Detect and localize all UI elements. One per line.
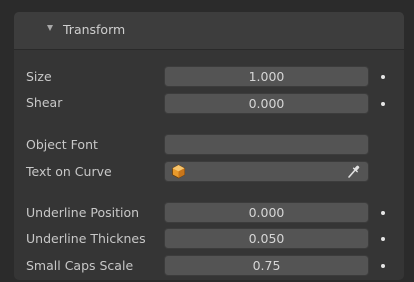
- properties-editor: Transform Size 1.000 Shear 0.000 Object …: [0, 0, 414, 282]
- object-font-label: Object Font: [26, 137, 98, 152]
- transform-panel: Transform Size 1.000 Shear 0.000 Object …: [14, 12, 404, 280]
- underline-thickness-field[interactable]: 0.050: [164, 228, 369, 249]
- small-caps-scale-value: 0.75: [252, 258, 281, 273]
- underline-position-field[interactable]: 0.000: [164, 202, 369, 223]
- size-keyframe-dot[interactable]: [381, 75, 385, 79]
- shear-value: 0.000: [248, 96, 285, 111]
- underline-position-keyframe-dot[interactable]: [381, 211, 385, 215]
- underline-position-value: 0.000: [248, 205, 285, 220]
- small-caps-scale-label: Small Caps Scale: [26, 258, 134, 273]
- text-on-curve-label: Text on Curve: [26, 164, 112, 179]
- object-font-field[interactable]: [164, 134, 369, 155]
- small-caps-scale-field[interactable]: 0.75: [164, 255, 369, 276]
- size-label: Size: [26, 69, 52, 84]
- panel-title: Transform: [63, 22, 126, 37]
- object-cube-icon: [172, 164, 185, 179]
- underline-position-label: Underline Position: [26, 205, 140, 220]
- size-value: 1.000: [248, 69, 285, 84]
- panel-header[interactable]: Transform: [14, 12, 404, 50]
- shear-field[interactable]: 0.000: [164, 93, 369, 114]
- underline-thickness-keyframe-dot[interactable]: [381, 237, 385, 241]
- underline-thickness-label: Underline Thicknes: [26, 231, 146, 246]
- shear-keyframe-dot[interactable]: [381, 102, 385, 106]
- shear-label: Shear: [26, 95, 63, 110]
- underline-thickness-value: 0.050: [248, 231, 285, 246]
- small-caps-scale-keyframe-dot[interactable]: [381, 264, 385, 268]
- text-on-curve-field[interactable]: [164, 161, 369, 182]
- triangle-down-icon[interactable]: [47, 25, 53, 31]
- eyedropper-icon[interactable]: [347, 164, 361, 179]
- size-field[interactable]: 1.000: [164, 66, 369, 87]
